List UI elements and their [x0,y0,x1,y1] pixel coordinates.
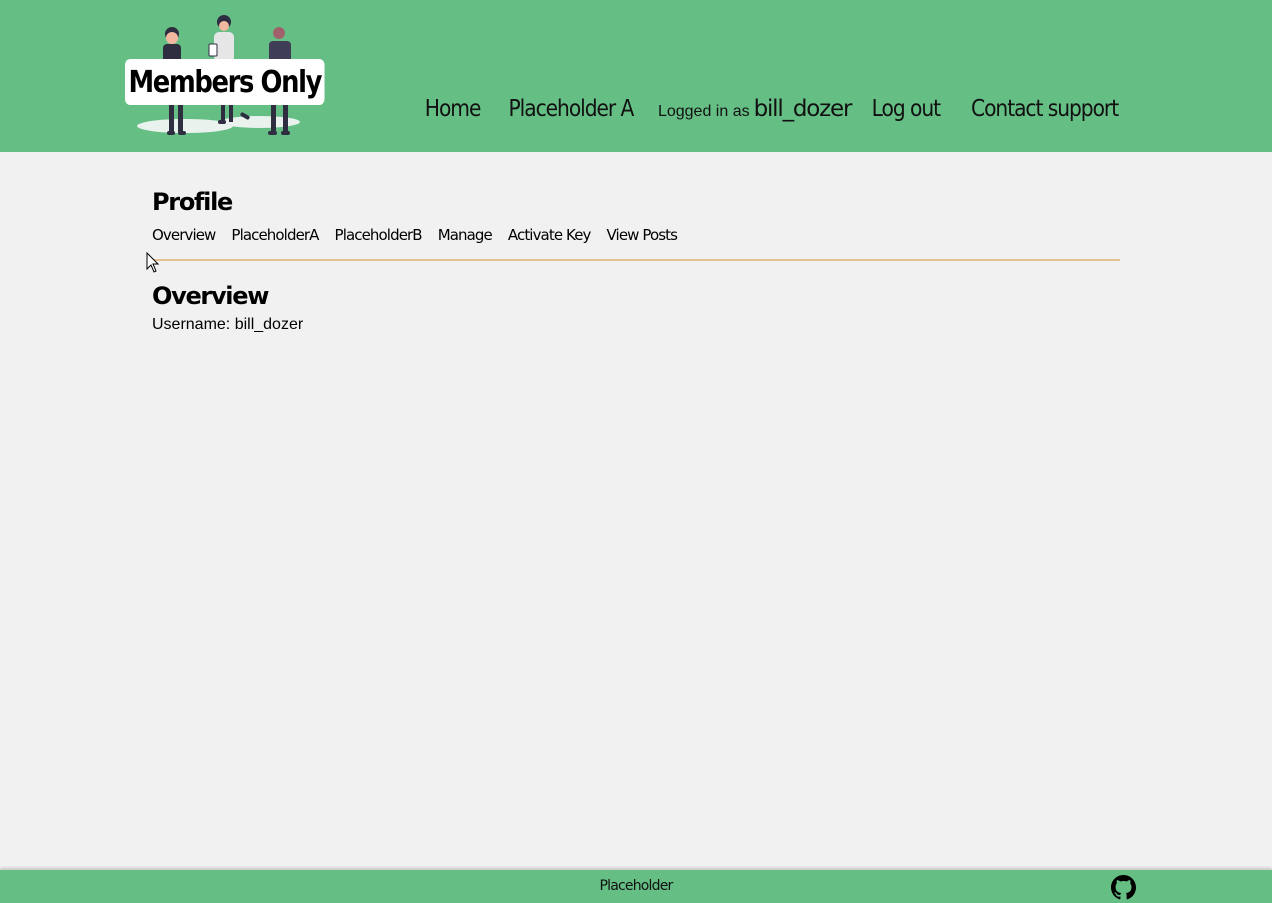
nav-contact-support[interactable]: Contact support [971,96,1119,122]
main-nav: Home Placeholder A Logged in as bill_doz… [421,96,1128,122]
logged-in-status: Logged in as bill_dozer [657,96,853,122]
page-title: Profile [152,188,233,216]
tab-activate-key[interactable]: Activate Key [508,226,592,244]
tab-placeholder-a[interactable]: PlaceholderA [231,226,319,244]
mouse-cursor-icon [146,252,160,273]
tab-manage[interactable]: Manage [438,226,493,244]
logged-in-username[interactable]: bill_dozer [754,96,853,122]
section-divider [152,259,1120,261]
tab-placeholder-b[interactable]: PlaceholderB [335,226,423,244]
logo-text: Members Only [125,59,325,105]
tab-overview[interactable]: Overview [152,226,216,244]
site-logo[interactable]: Members Only [125,14,330,138]
nav-placeholder-a[interactable]: Placeholder A [509,96,635,122]
section-title: Overview [152,282,269,310]
github-icon[interactable] [1111,875,1136,900]
footer-text: Placeholder [599,878,673,894]
profile-main: Profile Overview PlaceholderA Placeholde… [152,186,1120,333]
profile-tabs: Overview PlaceholderA PlaceholderB Manag… [152,223,1120,247]
site-footer: Placeholder [0,870,1272,903]
username-field: Username: bill_dozer [152,316,304,333]
logged-in-label: Logged in as [657,103,750,120]
nav-home[interactable]: Home [425,96,482,122]
tab-view-posts[interactable]: View Posts [607,226,678,244]
nav-logout[interactable]: Log out [872,96,941,122]
site-header: Members Only Home Placeholder A Logged i… [0,0,1272,152]
